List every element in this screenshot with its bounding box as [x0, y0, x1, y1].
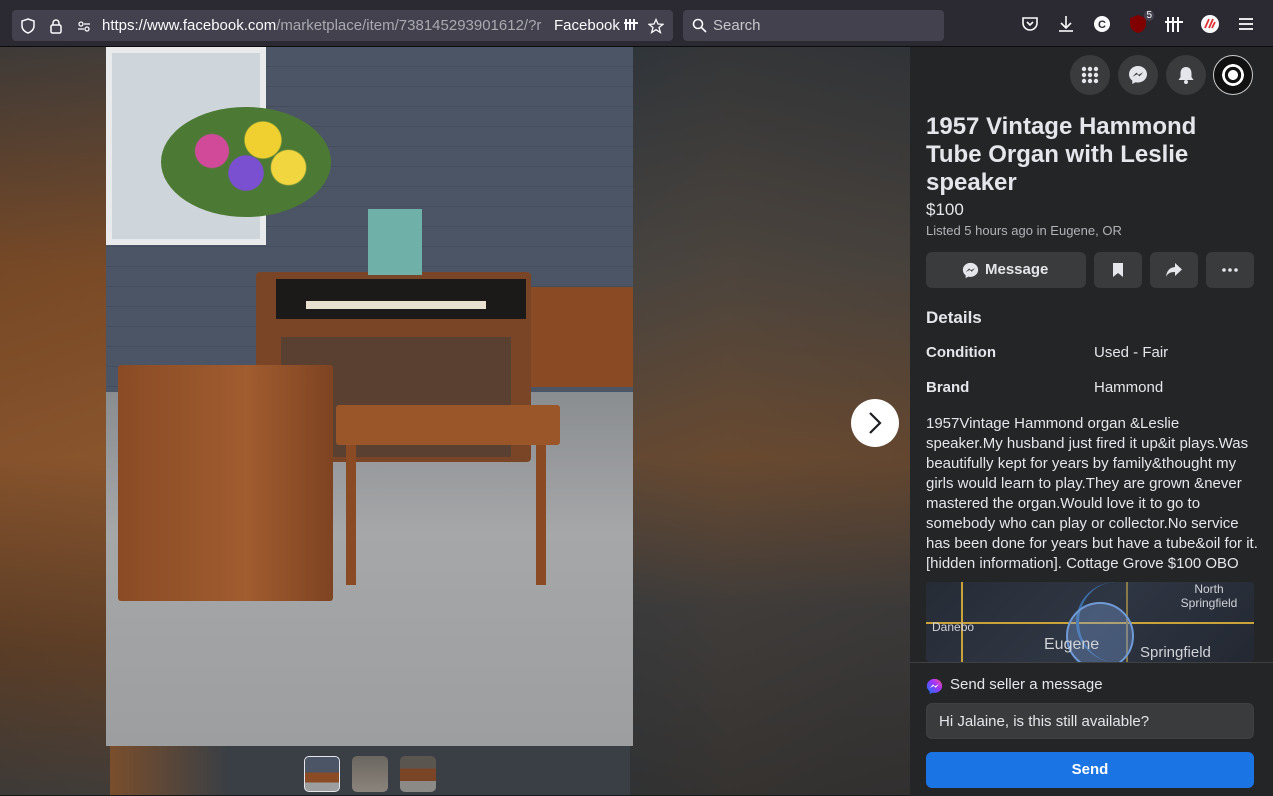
- url-main: https://www.facebook.com: [102, 17, 277, 34]
- share-button[interactable]: [1150, 252, 1198, 288]
- share-icon: [1166, 263, 1182, 277]
- thumbnail-3[interactable]: [400, 756, 436, 792]
- lock-icon[interactable]: [48, 18, 64, 34]
- chevron-right-icon: [869, 412, 882, 434]
- photo-leslie-speaker: [118, 365, 333, 601]
- photo-sheet-music: [368, 209, 422, 275]
- detail-brand-value: Hammond: [1094, 379, 1164, 396]
- save-button[interactable]: [1094, 252, 1142, 288]
- messenger-color-icon: [926, 678, 943, 695]
- container-icon[interactable]: [624, 17, 639, 31]
- search-placeholder: Search: [713, 17, 761, 34]
- listing-photo[interactable]: [106, 47, 633, 746]
- menu-icon[interactable]: [1236, 14, 1256, 34]
- extension-c-icon[interactable]: C: [1092, 14, 1112, 34]
- menu-grid-button[interactable]: [1070, 55, 1110, 95]
- map-label-danebo: Danebo: [932, 620, 975, 634]
- listing-description: 1957Vintage Hammond organ &Leslie speake…: [926, 415, 1258, 572]
- location-map[interactable]: Danebo Eugene Springfield North Springfi…: [926, 582, 1254, 662]
- ublock-icon[interactable]: 5: [1128, 10, 1154, 34]
- notifications-button[interactable]: [1166, 55, 1206, 95]
- messenger-icon: [962, 262, 979, 279]
- map-label-springfield: Springfield: [1140, 644, 1211, 661]
- url-bar[interactable]: https://www.facebook.com/marketplace/ite…: [12, 10, 673, 41]
- messenger-button[interactable]: [1118, 55, 1158, 95]
- photo-bench: [526, 287, 633, 387]
- next-photo-button[interactable]: [851, 399, 899, 447]
- detail-condition-value: Used - Fair: [1094, 344, 1169, 361]
- map-label-eugene: Eugene: [1044, 636, 1100, 653]
- image-viewer: [0, 47, 910, 795]
- detail-condition-label: Condition: [926, 344, 996, 361]
- send-button[interactable]: Send: [926, 752, 1254, 788]
- detail-brand-label: Brand: [926, 379, 970, 396]
- bookmark-icon: [1113, 263, 1123, 277]
- browser-search-bar[interactable]: Search: [683, 10, 944, 41]
- ublock-badge: 5: [1144, 10, 1154, 21]
- listing-meta: Listed 5 hours ago in Eugene, OR: [926, 223, 1122, 238]
- grid-icon: [1081, 66, 1099, 84]
- composer-header: Send seller a message: [950, 676, 1103, 693]
- download-icon[interactable]: [1056, 14, 1076, 34]
- search-icon: [692, 18, 707, 33]
- bell-icon: [1178, 67, 1194, 84]
- svg-text:C: C: [1098, 19, 1106, 31]
- more-options-button[interactable]: [1206, 252, 1254, 288]
- listing-price: $100: [926, 200, 964, 219]
- messenger-icon: [1129, 66, 1147, 84]
- map-label-north-springfield: North Springfield: [1180, 582, 1238, 610]
- shield-icon[interactable]: [20, 18, 36, 34]
- message-input[interactable]: [926, 703, 1254, 739]
- message-button-label: Message: [985, 261, 1049, 278]
- top-nav: [910, 47, 1273, 103]
- site-label: Facebook: [554, 17, 639, 34]
- thumbnail-1[interactable]: [304, 756, 340, 792]
- url-path: /marketplace/item/738145293901612/?r: [276, 17, 542, 34]
- site-label-text: Facebook: [554, 17, 620, 34]
- container-tabs-icon[interactable]: [1164, 14, 1184, 34]
- pocket-icon[interactable]: [1020, 14, 1040, 34]
- photo-organ-keys: [276, 279, 526, 319]
- ellipsis-icon: [1222, 268, 1238, 272]
- profile-avatar[interactable]: [1213, 55, 1253, 95]
- permissions-icon[interactable]: [76, 18, 92, 34]
- photo-organ-bench-legs: [346, 445, 546, 585]
- message-button[interactable]: Message: [926, 252, 1086, 288]
- listing-panel: 1957 Vintage Hammond Tube Organ with Les…: [910, 47, 1273, 796]
- details-heading: Details: [926, 308, 982, 327]
- thumbnail-2[interactable]: [352, 756, 388, 792]
- url-text[interactable]: https://www.facebook.com/marketplace/ite…: [102, 17, 552, 34]
- browser-toolbar: https://www.facebook.com/marketplace/ite…: [0, 0, 1273, 47]
- photo-flowers: [161, 107, 331, 217]
- listing-title: 1957 Vintage Hammond Tube Organ with Les…: [926, 113, 1197, 196]
- message-composer: Send seller a message Send: [910, 662, 1273, 796]
- bookmark-star-icon[interactable]: [648, 18, 664, 34]
- blurred-background-left: [0, 47, 110, 795]
- extension-red-icon[interactable]: [1200, 14, 1220, 34]
- listing-details-scroll[interactable]: 1957 Vintage Hammond Tube Organ with Les…: [910, 103, 1273, 662]
- photo-organ-bench-seat: [336, 405, 560, 445]
